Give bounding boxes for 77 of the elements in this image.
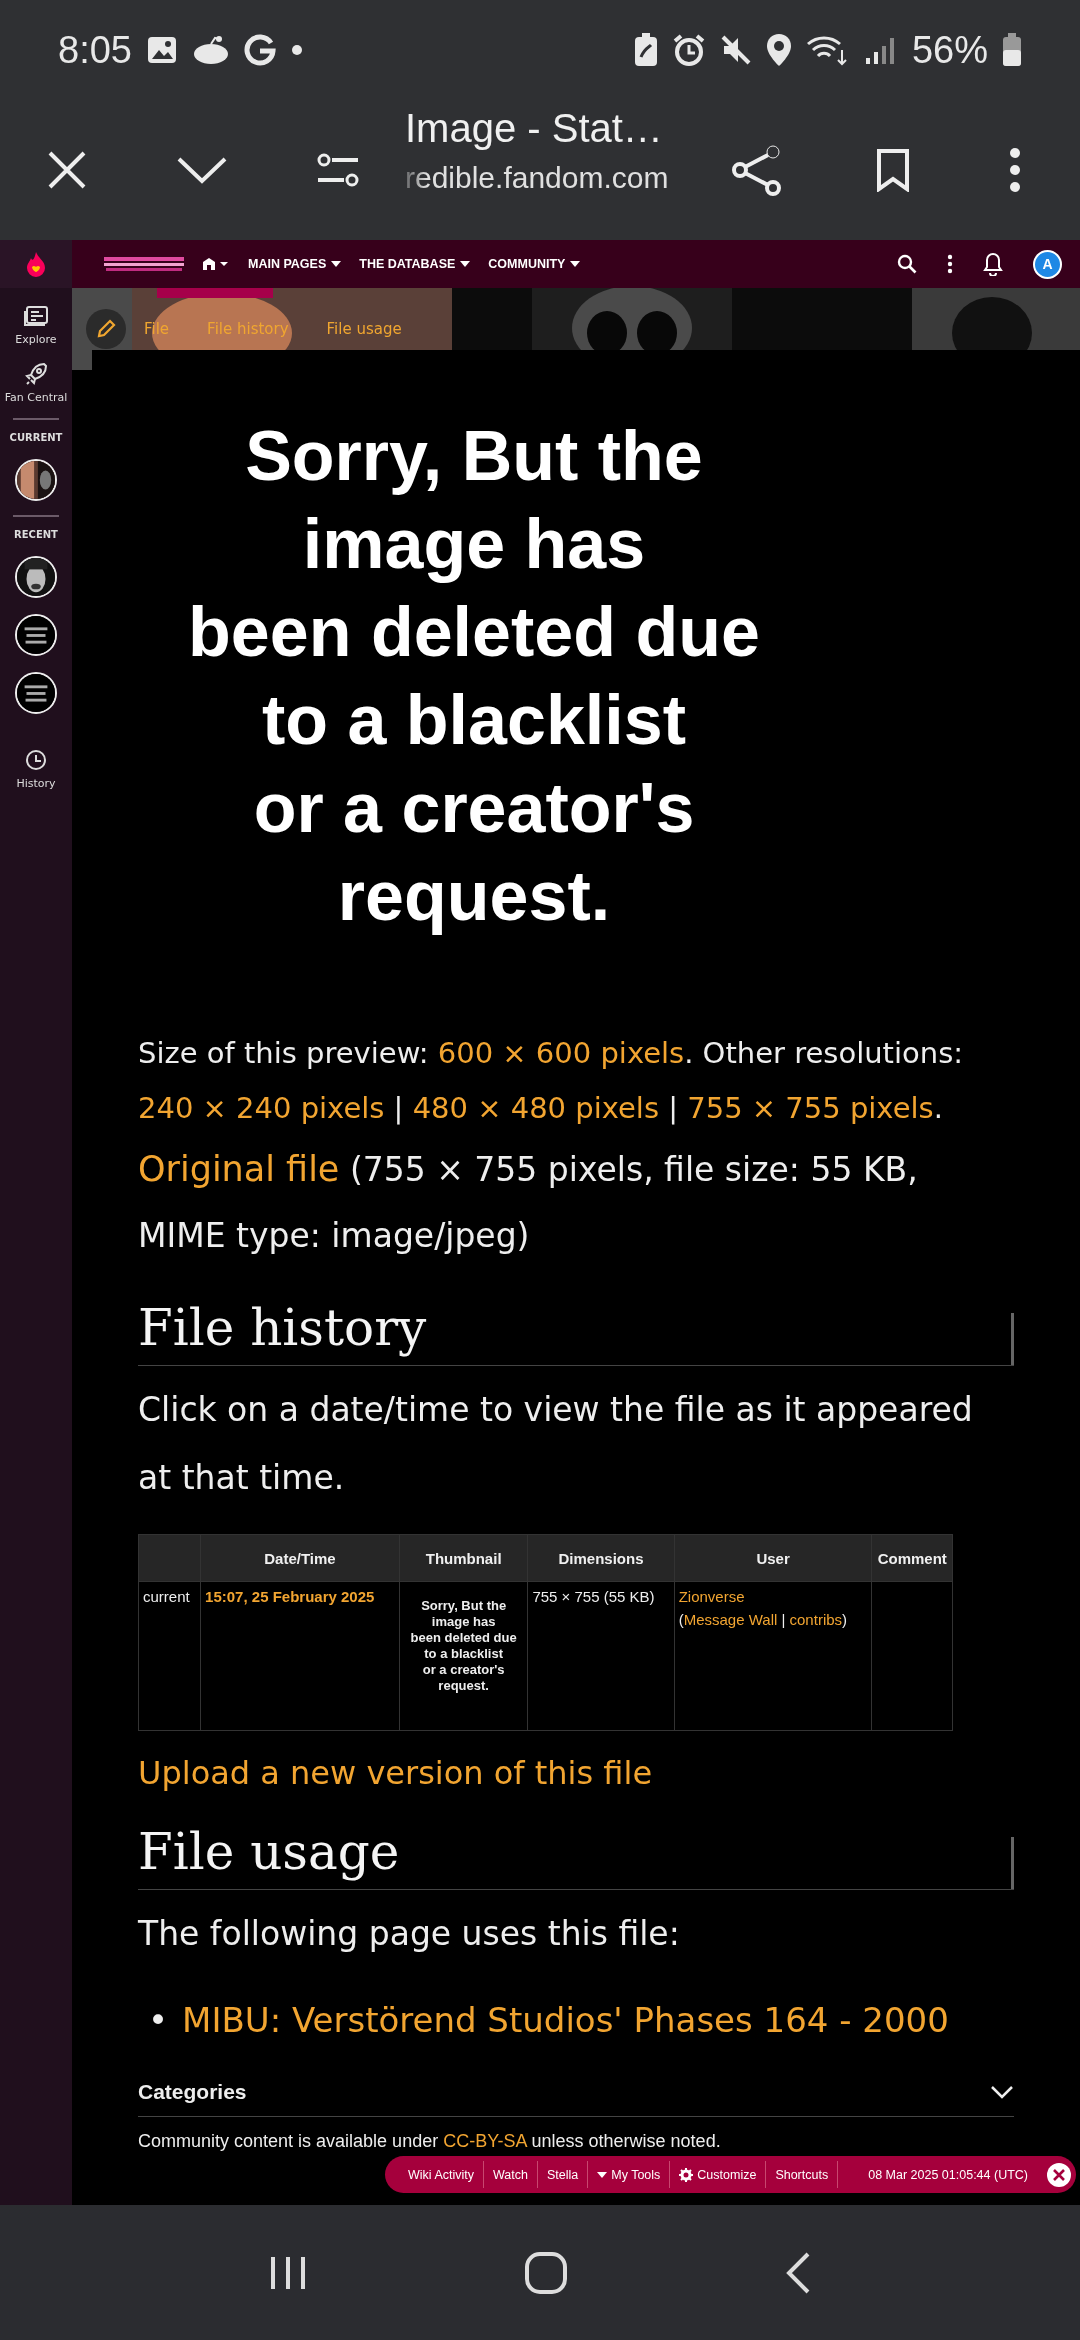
date-link[interactable]: 15:07, 25 February 2025: [205, 1588, 375, 1605]
gear-icon: [679, 2167, 694, 2182]
more-icon[interactable]: [1009, 147, 1021, 193]
thumbnail-image: Sorry, But the image has been deleted due to a blacklist or a creator's request.: [399, 1581, 528, 1731]
page-url: redible.fandom.com: [405, 161, 669, 195]
dot-icon: [289, 43, 304, 57]
intro-text: Click on a date/time to view the file as it appeared at that time.: [138, 1389, 974, 1499]
nav-menu[interactable]: MAIN PAGES: [248, 257, 342, 271]
battery-percentage: 56%: [911, 28, 988, 72]
nav-menu[interactable]: COMMUNITY: [488, 257, 581, 271]
toolbar-item[interactable]: Shortcuts: [766, 2161, 839, 2188]
clock-time: 8:05: [58, 28, 132, 72]
wiki-logo[interactable]: [104, 254, 184, 274]
flame-logo[interactable]: [25, 251, 47, 277]
battery-saver-icon: [633, 33, 658, 67]
caret-icon: [570, 261, 581, 267]
search-icon[interactable]: [897, 254, 917, 274]
newspaper-icon[interactable]: [24, 304, 48, 328]
caret-icon: [331, 261, 342, 267]
location-icon: [765, 33, 792, 67]
toolbar-item[interactable]: Customize: [670, 2161, 767, 2188]
rocket-icon[interactable]: [24, 362, 48, 386]
arc-icon: [243, 34, 276, 66]
close-icon[interactable]: [46, 149, 88, 191]
sidebar-label[interactable]: Fan Central: [4, 391, 68, 404]
license-text: Community content is available under CC-BY-SA unless otherwise noted.: [138, 2131, 722, 2152]
chevron-down-icon[interactable]: [176, 155, 228, 185]
table-header: [138, 1534, 201, 1582]
mute-icon: [719, 34, 752, 66]
caret-icon: [597, 2171, 608, 2178]
table-cell: current: [138, 1581, 201, 1731]
chevron-down-icon[interactable]: [990, 2085, 1014, 2099]
section-label: RECENT: [14, 529, 58, 540]
pencil-icon: [96, 319, 116, 339]
back-icon[interactable]: [784, 2250, 812, 2295]
user-tools-text: (Message Wall | contribs): [678, 1611, 849, 1628]
intro-text: The following page uses this file:: [138, 1913, 681, 1955]
table-cell: 755 × 755 (55 KB): [527, 1581, 675, 1731]
bell-icon[interactable]: [983, 252, 1003, 276]
image-icon: [145, 34, 178, 66]
nav-menu[interactable]: THE DATABASE: [359, 257, 471, 271]
upload-link[interactable]: Upload a new version of this file: [138, 1753, 1014, 1793]
alarm-icon: [671, 33, 706, 67]
user-avatar[interactable]: A: [1033, 249, 1062, 279]
toolbar-item[interactable]: Stella: [537, 2161, 589, 2188]
timestamp: 08 Mar 2025 01:05:44 (UTC): [867, 2167, 1029, 2182]
file-info-text: Original file (755 × 755 pixels, file size: 55 KB, MIME type: image/jpeg): [138, 1148, 919, 1257]
section-label: CURRENT: [9, 432, 63, 443]
user-link[interactable]: Zionverse: [678, 1588, 745, 1605]
wiki-home-menu-icon[interactable]: [202, 257, 230, 271]
section-heading: File usage: [138, 1823, 400, 1881]
table-header: Thumbnail: [399, 1534, 528, 1582]
clock-icon[interactable]: [24, 748, 48, 772]
close-icon[interactable]: [1046, 2161, 1072, 2188]
categories-label: Categories: [138, 2080, 247, 2104]
table-header: Dimensions: [527, 1534, 675, 1582]
home-icon[interactable]: [524, 2250, 568, 2295]
table-header: Comment: [872, 1534, 953, 1582]
file-info-text: Size of this preview: 600 × 600 pixels. Other resolutions: 240 × 240 pixels | 480 × 480 pixels | 755 × 755 pixels.: [138, 1035, 965, 1127]
table-header: User: [674, 1534, 872, 1582]
sidebar-label[interactable]: Explore: [15, 333, 57, 346]
battery-icon: [1002, 33, 1022, 67]
page-title: Image - Stat…: [405, 106, 664, 151]
wifi-icon: [805, 34, 850, 66]
more-icon[interactable]: [947, 254, 953, 274]
sidebar-label[interactable]: History: [16, 777, 56, 790]
caret-icon: [460, 261, 471, 267]
toolbar-item[interactable]: My Tools: [588, 2161, 671, 2188]
bullet: •: [148, 1999, 169, 2042]
page-tab[interactable]: File usage: [326, 320, 402, 338]
section-heading: File history: [138, 1299, 427, 1357]
toolbar-item[interactable]: Watch: [484, 2161, 538, 2188]
bookmark-icon[interactable]: [876, 148, 910, 192]
table-header: Date/Time: [200, 1534, 400, 1582]
page-link[interactable]: MIBU: Verstörend Studios' Phases 164 - 2000: [182, 1990, 949, 2050]
share-icon[interactable]: [730, 143, 784, 197]
toolbar-item[interactable]: Wiki Activity: [399, 2161, 484, 2188]
